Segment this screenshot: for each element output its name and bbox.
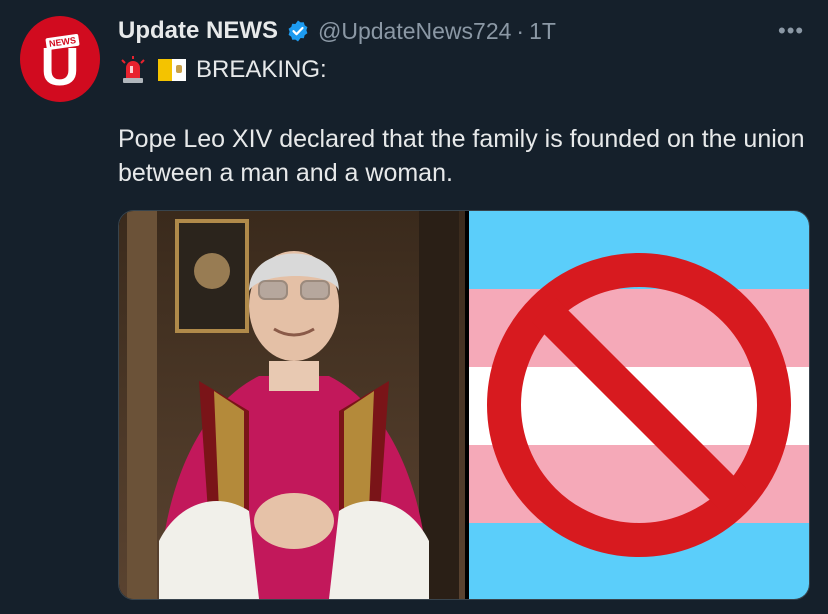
tweet-header: Update NEWS @UpdateNews724 · 1T — [118, 14, 556, 48]
verified-badge-icon[interactable] — [286, 19, 310, 43]
more-options-icon[interactable]: ••• — [778, 18, 804, 44]
vatican-flag-emoji — [158, 59, 186, 81]
tweet-text: Pope Leo XIV declared that the family is… — [118, 125, 805, 187]
tweet-timestamp[interactable]: 1T — [529, 18, 556, 45]
prohibited-trans-flag-image[interactable] — [469, 211, 809, 599]
profile-avatar[interactable]: NEWS U — [20, 16, 100, 102]
separator-dot: · — [516, 17, 525, 44]
breaking-line: BREAKING: — [120, 54, 327, 86]
tweet-media[interactable] — [118, 210, 810, 600]
breaking-label: BREAKING: — [196, 56, 327, 83]
author-handle[interactable]: @UpdateNews724 — [318, 18, 511, 45]
pope-photo[interactable] — [119, 211, 465, 599]
police-siren-emoji — [121, 56, 145, 83]
author-name[interactable]: Update NEWS — [118, 17, 278, 45]
avatar-letter: U — [40, 37, 80, 97]
